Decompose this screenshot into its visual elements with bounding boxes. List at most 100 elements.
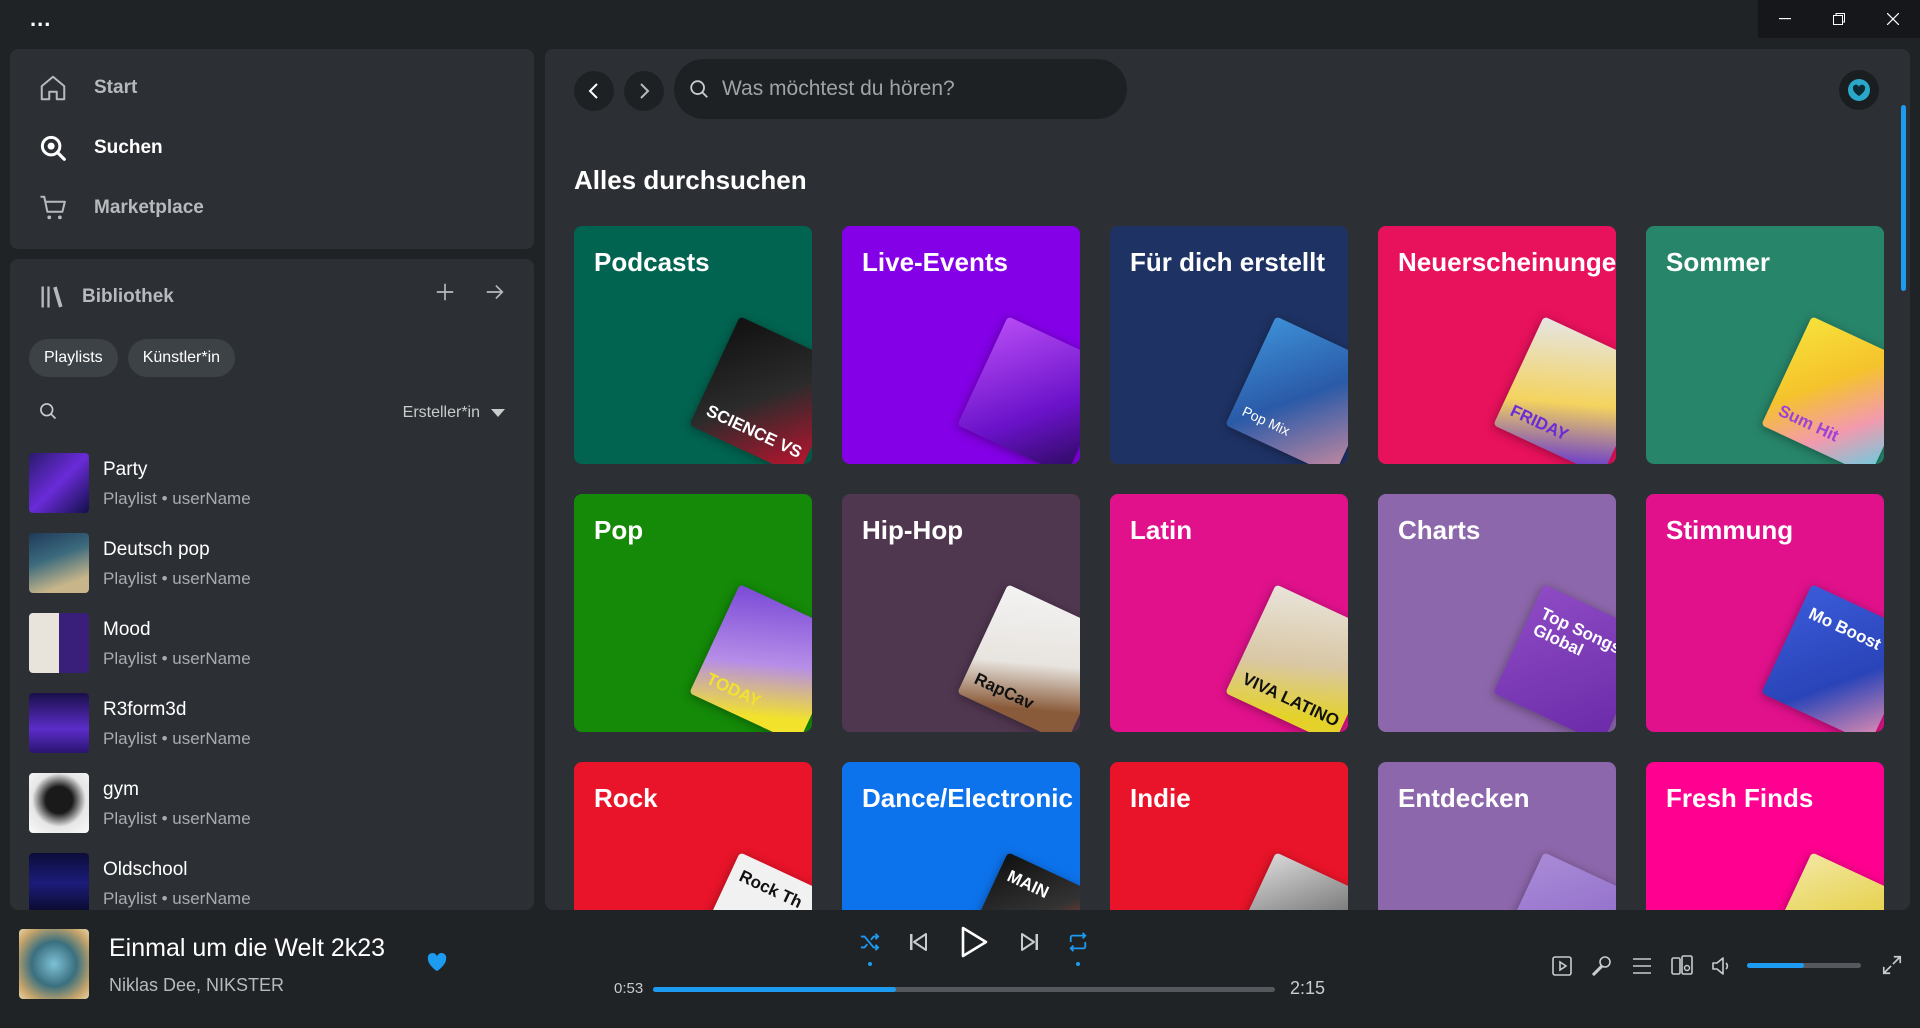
chevron-left-icon: [588, 83, 598, 99]
category-tile-pop[interactable]: Pop TODAY: [574, 494, 812, 732]
category-tile-indie[interactable]: Indie: [1110, 762, 1348, 910]
list-item[interactable]: Oldschool Playlist • userName: [29, 853, 534, 910]
list-item-subtitle: Playlist • userName: [103, 649, 251, 668]
list-item-title: Party: [103, 459, 148, 480]
artwork-text: RapCav: [971, 669, 1037, 714]
extra-controls: [1550, 954, 1734, 978]
progress-fill: [653, 987, 896, 992]
search-field[interactable]: [674, 59, 1127, 119]
restore-icon: [1833, 13, 1845, 25]
library-actions: [434, 281, 506, 303]
queue-icon[interactable]: [1630, 954, 1654, 978]
now-playing-artist[interactable]: Niklas Dee, NIKSTER: [109, 975, 284, 996]
volume-slider[interactable]: [1747, 963, 1861, 968]
playlist-cover: [29, 693, 89, 753]
category-tile-rock[interactable]: Rock Rock Th: [574, 762, 812, 910]
nav-item-label: Suchen: [94, 137, 163, 158]
list-item[interactable]: Mood Playlist • userName: [29, 613, 534, 693]
category-tile-made-for-you[interactable]: Für dich erstellt Pop Mix: [1110, 226, 1348, 464]
more-menu-icon[interactable]: ...: [30, 8, 51, 30]
chip-playlists[interactable]: Playlists: [29, 339, 118, 377]
category-tile-dance-electronic[interactable]: Dance/Electronic MAIN: [842, 762, 1080, 910]
search-input[interactable]: [722, 77, 1102, 101]
section-title: Alles durchsuchen: [574, 165, 807, 195]
fullscreen-button[interactable]: [1881, 954, 1903, 981]
now-playing-view-icon[interactable]: [1550, 954, 1574, 978]
play-button[interactable]: [942, 924, 1006, 960]
close-icon: [1887, 13, 1899, 25]
artwork-text: MAIN: [1004, 866, 1052, 903]
category-tile-live-events[interactable]: Live-Events: [842, 226, 1080, 464]
sort-dropdown[interactable]: Ersteller*in: [403, 404, 506, 422]
minimize-icon: [1779, 18, 1791, 20]
library-list: Party Playlist • userName Deutsch pop Play…: [29, 453, 534, 910]
artwork-text: TODAY: [703, 669, 764, 711]
category-tile-latin[interactable]: Latin VIVA LATINO: [1110, 494, 1348, 732]
tile-artwork: Rock Th: [689, 852, 812, 910]
library-header[interactable]: Bibliothek: [38, 283, 174, 311]
close-button[interactable]: [1866, 0, 1920, 38]
volume-fill: [1747, 963, 1804, 968]
skip-back-icon: [910, 933, 927, 951]
list-item-title: Oldschool: [103, 859, 188, 880]
progress-bar[interactable]: [653, 987, 1275, 992]
forward-button[interactable]: [624, 71, 664, 111]
nav-item-marketplace[interactable]: Marketplace: [38, 193, 204, 223]
nav-item-start[interactable]: Start: [38, 73, 137, 103]
scrollbar[interactable]: [1901, 105, 1906, 291]
like-button[interactable]: [426, 952, 448, 977]
total-time: 2:15: [1290, 978, 1326, 998]
list-item-subtitle: Playlist • userName: [103, 569, 251, 588]
active-indicator: [868, 962, 872, 966]
artwork-text: Top Songs Global: [1530, 603, 1616, 660]
category-tile-new-releases[interactable]: Neuerscheinungen FRIDAY: [1378, 226, 1616, 464]
list-item[interactable]: R3form3d Playlist • userName: [29, 693, 534, 773]
connect-device-icon[interactable]: [1670, 954, 1694, 978]
repeat-icon: [1069, 932, 1087, 952]
category-tile-fresh-finds[interactable]: Fresh Finds: [1646, 762, 1884, 910]
tile-label: Charts: [1398, 515, 1481, 545]
category-tile-hip-hop[interactable]: Hip-Hop RapCav: [842, 494, 1080, 732]
category-tile-discover[interactable]: Entdecken: [1378, 762, 1616, 910]
skip-forward-icon: [1021, 933, 1038, 951]
arrow-right-icon[interactable]: [484, 281, 506, 303]
volume-icon[interactable]: [1710, 954, 1734, 978]
library-search-button[interactable]: [38, 401, 58, 426]
list-item[interactable]: gym Playlist • userName: [29, 773, 534, 853]
repeat-button[interactable]: [1054, 924, 1102, 966]
category-tile-mood[interactable]: Stimmung Mo Boost: [1646, 494, 1884, 732]
shuffle-button[interactable]: [846, 924, 894, 966]
search-icon: [40, 403, 57, 420]
title-bar: ...: [0, 0, 1920, 38]
category-tile-podcasts[interactable]: Podcasts SCIENCE VS: [574, 226, 812, 464]
minimize-button[interactable]: [1758, 0, 1812, 38]
play-icon: [961, 926, 988, 958]
now-playing-cover[interactable]: [19, 929, 89, 999]
add-icon[interactable]: [434, 281, 456, 303]
cart-icon: [40, 195, 66, 220]
tile-artwork: FRIDAY: [1493, 316, 1616, 464]
library-panel: Bibliothek Playlists Künstler*in Erstell…: [10, 259, 534, 910]
list-item-title: R3form3d: [103, 699, 187, 720]
next-button[interactable]: [1006, 924, 1054, 960]
restore-button[interactable]: [1812, 0, 1866, 38]
back-button[interactable]: [574, 71, 614, 111]
tile-artwork: VIVA LATINO: [1225, 584, 1348, 732]
tile-artwork: [957, 316, 1080, 464]
artwork-text: Pop Mix: [1239, 402, 1293, 439]
chip-artists[interactable]: Künstler*in: [127, 339, 236, 377]
sort-label: Ersteller*in: [402, 404, 480, 421]
avatar[interactable]: [1839, 70, 1879, 110]
category-tile-charts[interactable]: Charts Top Songs Global: [1378, 494, 1616, 732]
nav-panel: Start Suchen Marketplace: [10, 49, 534, 249]
list-item-title: Deutsch pop: [103, 539, 210, 560]
artwork-text: SCIENCE VS: [703, 401, 805, 462]
list-item[interactable]: Deutsch pop Playlist • userName: [29, 533, 534, 613]
category-tile-summer[interactable]: Sommer Sum Hit: [1646, 226, 1884, 464]
lyrics-microphone-icon[interactable]: [1590, 954, 1614, 978]
now-playing-title[interactable]: Einmal um die Welt 2k23: [109, 934, 385, 963]
nav-item-search[interactable]: Suchen: [38, 133, 163, 163]
previous-button[interactable]: [894, 924, 942, 960]
window-controls: [1758, 0, 1920, 38]
list-item[interactable]: Party Playlist • userName: [29, 453, 534, 533]
